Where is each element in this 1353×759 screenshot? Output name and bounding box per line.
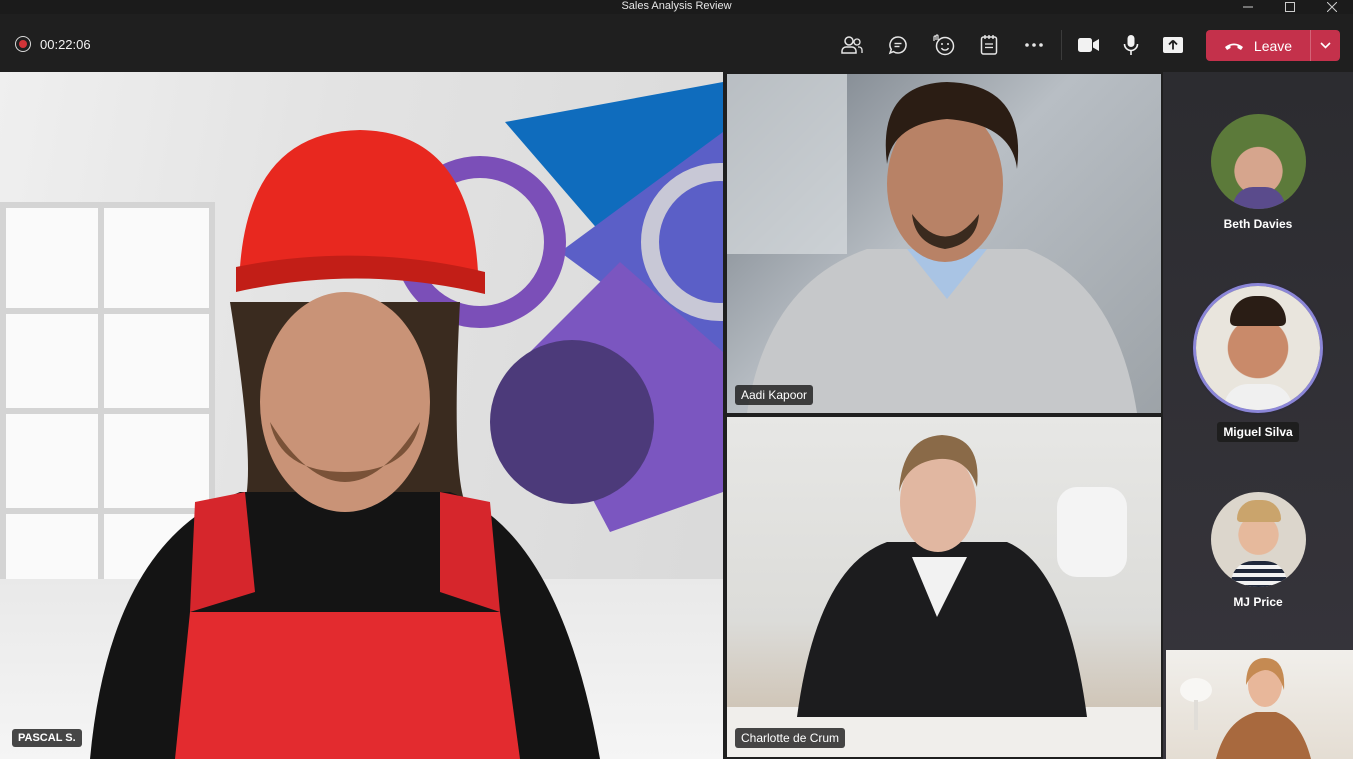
- participant-video-aadi: [727, 74, 1137, 413]
- recording-icon: [15, 36, 31, 52]
- self-view-video: [1180, 658, 1311, 759]
- camera-button[interactable]: [1073, 30, 1105, 60]
- minimize-button[interactable]: [1227, 0, 1269, 14]
- chevron-down-icon: [1320, 42, 1331, 49]
- minimize-icon: [1243, 6, 1253, 8]
- video-tile-charlotte[interactable]: Charlotte de Crum: [727, 417, 1161, 757]
- window-title: Sales Analysis Review: [621, 0, 732, 12]
- roster-name: Beth Davies: [1223, 217, 1293, 231]
- toolbar-divider: [1061, 30, 1062, 60]
- window-controls: [1227, 0, 1353, 14]
- participant-name-tag: Charlotte de Crum: [735, 728, 846, 748]
- maximize-button[interactable]: [1269, 0, 1311, 14]
- hang-up-icon: [1224, 43, 1243, 50]
- avatar: [1210, 114, 1306, 209]
- video-tile-main[interactable]: PASCAL S.: [0, 72, 723, 759]
- leave-button[interactable]: Leave: [1206, 30, 1310, 61]
- people-button[interactable]: [836, 30, 868, 60]
- chat-button[interactable]: [882, 30, 914, 60]
- leave-button-group: Leave: [1206, 30, 1340, 61]
- roster-item-mj[interactable]: MJ Price: [1163, 492, 1353, 609]
- participant-video-pascal: [90, 130, 600, 759]
- people-icon: [841, 36, 863, 54]
- share-screen-button[interactable]: [1157, 30, 1189, 60]
- avatar: [1210, 492, 1306, 587]
- avatar: [1196, 286, 1320, 410]
- leave-options-button[interactable]: [1310, 30, 1340, 61]
- title-bar: Sales Analysis Review: [0, 0, 1353, 14]
- reactions-icon: [933, 34, 955, 56]
- maximize-icon: [1285, 2, 1295, 12]
- reactions-button[interactable]: [927, 30, 959, 60]
- close-icon: [1327, 2, 1337, 12]
- roster-name: MJ Price: [1233, 595, 1283, 609]
- participant-name-tag: Aadi Kapoor: [735, 385, 814, 405]
- meeting-toolbar: 00:22:06 Leave: [0, 14, 1353, 72]
- self-view-tile[interactable]: [1166, 650, 1353, 759]
- video-tile-aadi[interactable]: Aadi Kapoor: [727, 74, 1161, 413]
- microphone-button[interactable]: [1115, 30, 1147, 60]
- camera-icon: [1078, 38, 1099, 52]
- notes-icon: [980, 35, 998, 55]
- more-options-button[interactable]: [1018, 30, 1050, 60]
- roster-item-beth[interactable]: Beth Davies: [1163, 114, 1353, 231]
- participant-name-tag: PASCAL S.: [12, 729, 82, 747]
- more-icon: [1025, 43, 1043, 47]
- mic-icon: [1123, 35, 1139, 55]
- notes-button[interactable]: [973, 30, 1005, 60]
- participant-video-charlotte: [727, 435, 1161, 757]
- chat-icon: [888, 36, 907, 55]
- close-button[interactable]: [1311, 0, 1353, 14]
- meeting-timer: 00:22:06: [40, 37, 91, 52]
- share-icon: [1163, 37, 1183, 53]
- roster-name: Miguel Silva: [1217, 422, 1299, 442]
- roster-item-miguel[interactable]: Miguel Silva: [1163, 286, 1353, 442]
- leave-label: Leave: [1253, 37, 1293, 54]
